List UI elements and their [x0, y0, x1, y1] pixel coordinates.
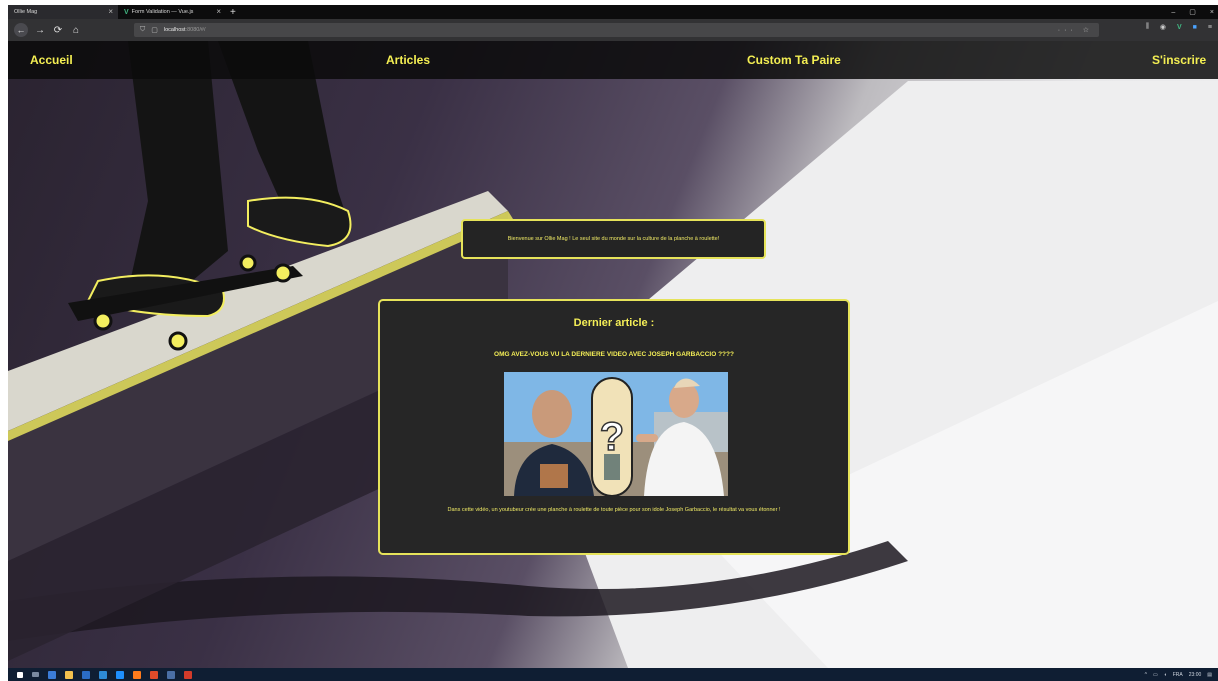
shield-icon: ⛉ [140, 26, 146, 33]
close-tab-icon[interactable]: × [216, 7, 221, 16]
tab-title: Form Validation — Vue.js [131, 9, 194, 15]
toolbar-icons: ⫼ ◉ V ■ ≡ [1146, 23, 1212, 31]
home-icon[interactable]: ⌂ [70, 25, 82, 36]
browser-tab-bar: Ollie Mag × V Form Validation — Vue.js ×… [8, 5, 1218, 19]
mail-icon[interactable] [99, 670, 107, 679]
nav-link-accueil[interactable]: Accueil [30, 53, 73, 67]
minimize-button[interactable]: – [1171, 9, 1175, 16]
pdf-icon[interactable] [184, 670, 192, 679]
tray-arrow-icon[interactable]: ^ [1145, 672, 1147, 678]
notifications-icon[interactable]: ▤ [1207, 672, 1212, 678]
article-thumbnail[interactable]: ? [504, 372, 728, 496]
container-icon[interactable]: ■ [1193, 24, 1197, 31]
firefox-icon[interactable] [133, 670, 141, 679]
welcome-banner: Bienvenue sur Ollie Mag ! Le seul site d… [461, 219, 766, 259]
article-section-heading: Dernier article : [573, 317, 655, 329]
back-arrow-icon[interactable]: ← [14, 23, 28, 37]
article-title[interactable]: OMG AVEZ-VOUS VU LA DERNIERE VIDEO AVEC … [380, 351, 848, 358]
vscode-icon[interactable] [48, 670, 56, 679]
close-tab-icon[interactable]: × [108, 7, 113, 16]
maximize-button[interactable]: ▢ [1189, 8, 1196, 16]
browser-toolbar: ← → ⟳ ⌂ ⛉ ▢ localhost:8080/#/ ··· ☆ ⫼ ◉ … [8, 19, 1218, 41]
reload-icon[interactable]: ⟳ [52, 25, 64, 36]
nav-link-signup[interactable]: S'inscrire [1152, 53, 1206, 67]
system-tray: ^ ▭ ◖ FRA 23:00 ▤ [1145, 668, 1212, 681]
nav-link-articles[interactable]: Articles [386, 53, 430, 67]
library-icon[interactable]: ⫼ [1146, 23, 1149, 31]
latest-article-card: Dernier article : OMG AVEZ-VOUS VU LA DE… [378, 299, 850, 555]
menu-icon[interactable]: ≡ [1208, 24, 1212, 31]
forward-arrow-icon[interactable]: → [34, 25, 46, 36]
url-bar[interactable]: ⛉ ▢ localhost:8080/#/ ··· ☆ [134, 23, 1099, 37]
task-view-icon[interactable] [32, 672, 39, 677]
page-viewport: Accueil Articles Custom Ta Paire S'inscr… [8, 41, 1218, 668]
article-description: Dans cette vidéo, un youtubeur crée une … [447, 507, 781, 513]
app-icon[interactable] [150, 670, 158, 679]
nav-link-custom[interactable]: Custom Ta Paire [747, 53, 841, 67]
explorer-icon[interactable] [167, 670, 175, 679]
tray-language[interactable]: FRA [1173, 672, 1183, 678]
new-tab-button[interactable]: + [230, 7, 236, 18]
tab-ollie-mag[interactable]: Ollie Mag × [8, 5, 118, 19]
tray-clock[interactable]: 23:00 [1189, 672, 1202, 678]
os-taskbar: ^ ▭ ◖ FRA 23:00 ▤ [8, 668, 1218, 681]
word-icon[interactable] [82, 670, 90, 679]
welcome-text: Bienvenue sur Ollie Mag ! Le seul site d… [507, 236, 720, 242]
url-host: localhost [163, 27, 186, 33]
vue-logo-icon: V [124, 8, 129, 16]
editor-icon[interactable] [116, 670, 124, 679]
svg-text:?: ? [600, 415, 624, 459]
url-path: :8080/#/ [185, 27, 206, 33]
vue-devtools-icon[interactable]: V [1177, 24, 1182, 31]
site-navbar: Accueil Articles Custom Ta Paire S'inscr… [8, 41, 1218, 79]
volume-icon[interactable]: ◖ [1164, 672, 1167, 678]
file-explorer-icon[interactable] [65, 670, 73, 679]
page-icon: ▢ [151, 27, 158, 34]
window-controls: – ▢ × [1171, 5, 1214, 19]
page-actions-icon[interactable]: ··· ☆ [1058, 26, 1093, 34]
start-menu-icon[interactable] [17, 671, 23, 678]
tab-form-validation[interactable]: V Form Validation — Vue.js × [118, 5, 226, 19]
network-icon[interactable]: ▭ [1153, 672, 1158, 678]
extension-icon[interactable]: ◉ [1160, 23, 1166, 31]
tab-title: Ollie Mag [14, 9, 38, 15]
close-window-button[interactable]: × [1210, 9, 1214, 16]
